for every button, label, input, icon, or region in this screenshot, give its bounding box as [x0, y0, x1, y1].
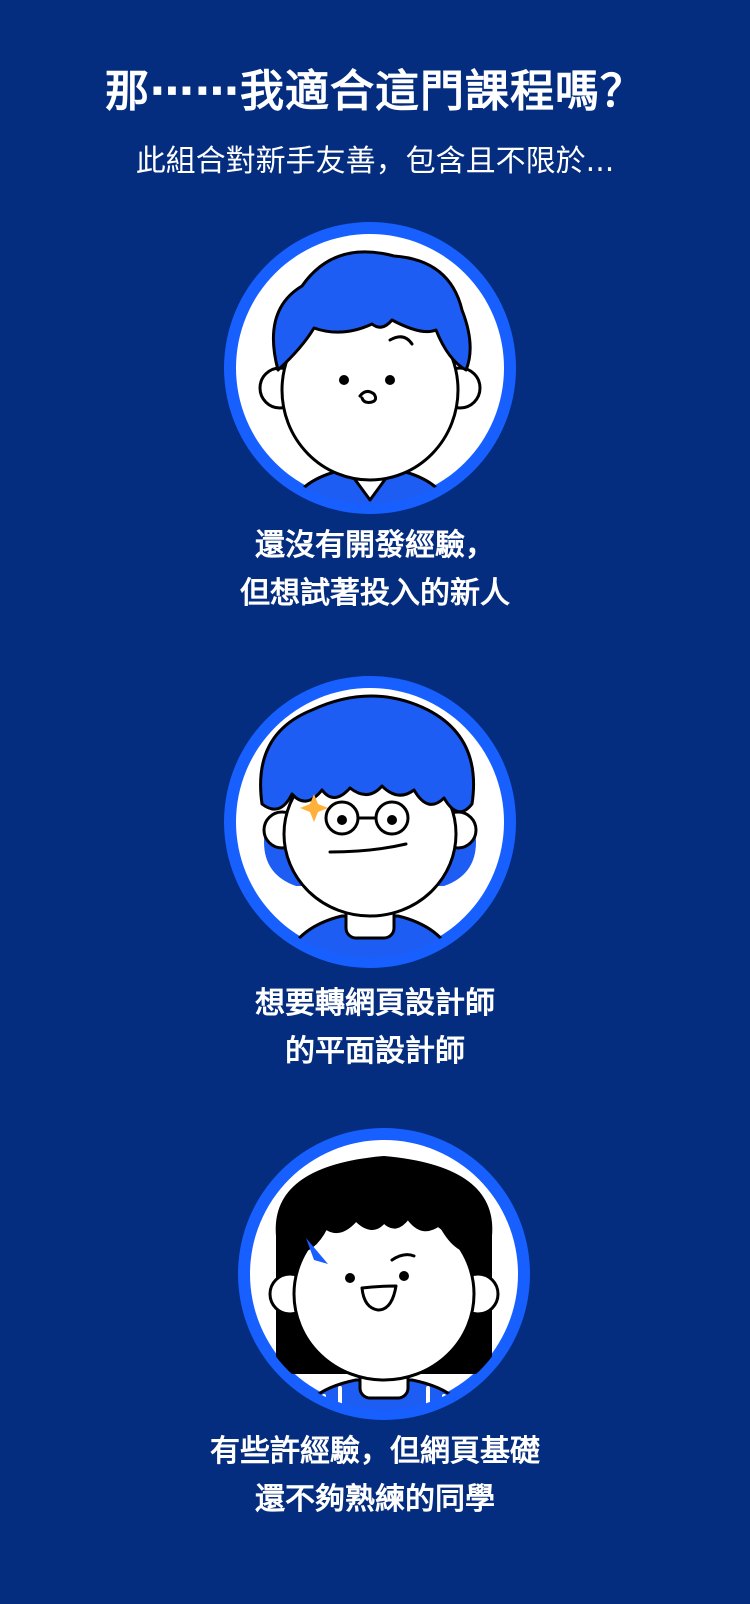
caption-line: 但想試著投入的新人 [240, 576, 510, 611]
caption-line: 想要轉網頁設計師 [255, 986, 495, 1021]
caption-line: 還不夠熟練的同學 [255, 1482, 495, 1517]
caption-line: 的平面設計師 [285, 1034, 465, 1069]
beginner-boy-avatar-icon [222, 220, 518, 516]
page-title: 那⋯⋯我適合這門課程嗎？ [105, 66, 645, 117]
caption-line: 有些許經驗，但網頁基礎 [210, 1434, 540, 1469]
persona-designer-caption: 想要轉網頁設計師 的平面設計師 [0, 980, 750, 1076]
persona-beginner-caption: 還沒有開發經驗， 但想試著投入的新人 [0, 522, 750, 618]
persona-student-caption: 有些許經驗，但網頁基礎 還不夠熟練的同學 [0, 1428, 750, 1524]
designer-glasses-avatar-icon [222, 674, 518, 970]
page-subtitle: 此組合對新手友善，包含且不限於... [135, 144, 615, 179]
student-girl-avatar-icon [236, 1126, 532, 1422]
caption-line: 還沒有開發經驗， [255, 528, 495, 563]
